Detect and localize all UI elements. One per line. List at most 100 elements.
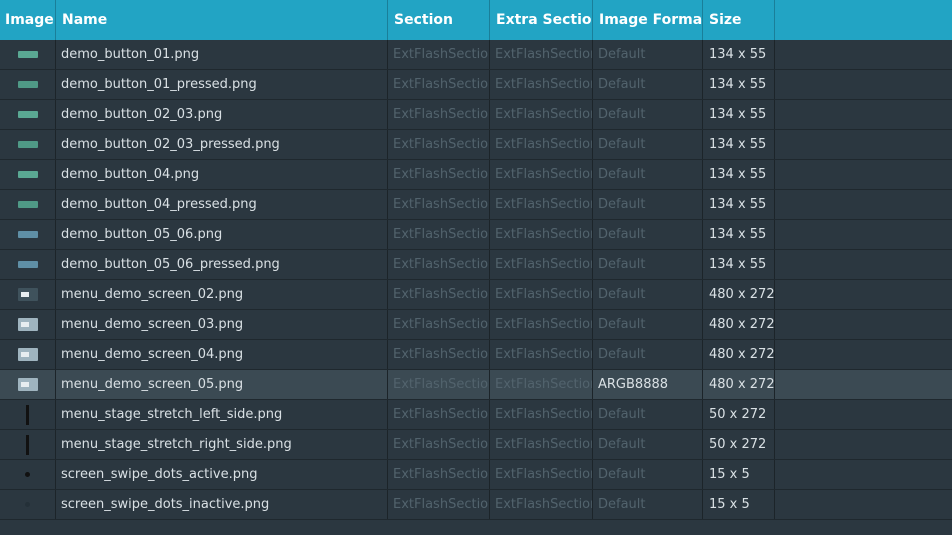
section-cell[interactable]: ExtFlashSection bbox=[388, 130, 490, 159]
table-row[interactable]: demo_button_02_03.png ExtFlashSection ExtF… bbox=[0, 100, 952, 130]
extra-section-cell[interactable]: ExtFlashSection bbox=[490, 130, 593, 159]
section-cell[interactable]: ExtFlashSection bbox=[388, 100, 490, 129]
name-cell[interactable]: demo_button_01_pressed.png bbox=[56, 70, 388, 99]
thumbnail-cell[interactable] bbox=[0, 160, 56, 189]
name-cell[interactable]: demo_button_05_06.png bbox=[56, 220, 388, 249]
table-row[interactable]: menu_stage_stretch_left_side.png ExtFlash… bbox=[0, 400, 952, 430]
name-cell[interactable]: menu_demo_screen_05.png bbox=[56, 370, 388, 399]
thumbnail-cell[interactable] bbox=[0, 460, 56, 489]
thumbnail-cell[interactable] bbox=[0, 40, 56, 69]
thumbnail-cell[interactable] bbox=[0, 190, 56, 219]
table-row[interactable]: screen_swipe_dots_inactive.png ExtFlashSe… bbox=[0, 490, 952, 520]
section-cell[interactable]: ExtFlashSection bbox=[388, 280, 490, 309]
image-format-cell[interactable]: Default bbox=[593, 160, 703, 189]
image-format-cell[interactable]: Default bbox=[593, 310, 703, 339]
extra-section-cell[interactable]: ExtFlashSection bbox=[490, 340, 593, 369]
image-format-cell[interactable]: ARGB8888 bbox=[593, 370, 703, 399]
thumbnail-cell[interactable] bbox=[0, 430, 56, 459]
table-row[interactable]: demo_button_04_pressed.png ExtFlashSectio… bbox=[0, 190, 952, 220]
image-format-cell[interactable]: Default bbox=[593, 220, 703, 249]
table-row[interactable]: demo_button_02_03_pressed.png ExtFlashSec… bbox=[0, 130, 952, 160]
section-cell[interactable]: ExtFlashSection bbox=[388, 160, 490, 189]
image-format-cell[interactable]: Default bbox=[593, 70, 703, 99]
header-name[interactable]: Name bbox=[56, 0, 388, 40]
name-cell[interactable]: demo_button_01.png bbox=[56, 40, 388, 69]
extra-section-cell[interactable]: ExtFlashSection bbox=[490, 40, 593, 69]
image-format-cell[interactable]: Default bbox=[593, 430, 703, 459]
thumbnail-cell[interactable] bbox=[0, 280, 56, 309]
name-cell[interactable]: menu_stage_stretch_right_side.png bbox=[56, 430, 388, 459]
image-format-cell[interactable]: Default bbox=[593, 190, 703, 219]
section-cell[interactable]: ExtFlashSection bbox=[388, 40, 490, 69]
name-cell[interactable]: menu_demo_screen_02.png bbox=[56, 280, 388, 309]
image-format-cell[interactable]: Default bbox=[593, 100, 703, 129]
thumbnail-cell[interactable] bbox=[0, 340, 56, 369]
table-row[interactable]: menu_demo_screen_05.png ExtFlashSection Ex… bbox=[0, 370, 952, 400]
table-row[interactable]: demo_button_05_06.png ExtFlashSection ExtF… bbox=[0, 220, 952, 250]
extra-section-cell[interactable]: ExtFlashSection bbox=[490, 160, 593, 189]
section-cell[interactable]: ExtFlashSection bbox=[388, 190, 490, 219]
table-row[interactable]: demo_button_01_pressed.png ExtFlashSectio… bbox=[0, 70, 952, 100]
extra-section-cell[interactable]: ExtFlashSection bbox=[490, 400, 593, 429]
extra-section-cell[interactable]: ExtFlashSection bbox=[490, 250, 593, 279]
section-cell[interactable]: ExtFlashSection bbox=[388, 460, 490, 489]
extra-section-cell[interactable]: ExtFlashSection bbox=[490, 490, 593, 519]
name-cell[interactable]: demo_button_02_03_pressed.png bbox=[56, 130, 388, 159]
extra-section-cell[interactable]: ExtFlashSection bbox=[490, 430, 593, 459]
section-cell[interactable]: ExtFlashSection bbox=[388, 250, 490, 279]
section-cell[interactable]: ExtFlashSection bbox=[388, 400, 490, 429]
thumbnail-cell[interactable] bbox=[0, 100, 56, 129]
section-cell[interactable]: ExtFlashSection bbox=[388, 340, 490, 369]
table-row[interactable]: demo_button_04.png ExtFlashSection ExtFlas… bbox=[0, 160, 952, 190]
header-image-format[interactable]: Image Format bbox=[593, 0, 703, 40]
table-row[interactable]: demo_button_01.png ExtFlashSection ExtFlas… bbox=[0, 40, 952, 70]
table-row[interactable]: menu_stage_stretch_right_side.png ExtFlas… bbox=[0, 430, 952, 460]
thumbnail-cell[interactable] bbox=[0, 250, 56, 279]
extra-section-cell[interactable]: ExtFlashSection bbox=[490, 100, 593, 129]
extra-section-cell[interactable]: ExtFlashSection bbox=[490, 370, 593, 399]
extra-section-cell[interactable]: ExtFlashSection bbox=[490, 310, 593, 339]
section-cell[interactable]: ExtFlashSection bbox=[388, 70, 490, 99]
image-format-cell[interactable]: Default bbox=[593, 460, 703, 489]
image-format-cell[interactable]: Default bbox=[593, 250, 703, 279]
name-cell[interactable]: menu_stage_stretch_left_side.png bbox=[56, 400, 388, 429]
table-row[interactable]: demo_button_05_06_pressed.png ExtFlashSec… bbox=[0, 250, 952, 280]
name-cell[interactable]: menu_demo_screen_04.png bbox=[56, 340, 388, 369]
header-section[interactable]: Section bbox=[388, 0, 490, 40]
thumbnail-cell[interactable] bbox=[0, 70, 56, 99]
extra-section-cell[interactable]: ExtFlashSection bbox=[490, 460, 593, 489]
section-cell[interactable]: ExtFlashSection bbox=[388, 370, 490, 399]
name-cell[interactable]: demo_button_04_pressed.png bbox=[56, 190, 388, 219]
section-cell[interactable]: ExtFlashSection bbox=[388, 310, 490, 339]
header-extra-section[interactable]: Extra Section bbox=[490, 0, 593, 40]
table-row[interactable]: menu_demo_screen_03.png ExtFlashSection Ex… bbox=[0, 310, 952, 340]
image-format-cell[interactable]: Default bbox=[593, 40, 703, 69]
name-cell[interactable]: demo_button_05_06_pressed.png bbox=[56, 250, 388, 279]
name-cell[interactable]: menu_demo_screen_03.png bbox=[56, 310, 388, 339]
image-format-cell[interactable]: Default bbox=[593, 400, 703, 429]
section-cell[interactable]: ExtFlashSection bbox=[388, 220, 490, 249]
section-cell[interactable]: ExtFlashSection bbox=[388, 430, 490, 459]
image-format-cell[interactable]: Default bbox=[593, 490, 703, 519]
image-format-cell[interactable]: Default bbox=[593, 280, 703, 309]
thumbnail-cell[interactable] bbox=[0, 130, 56, 159]
name-cell[interactable]: screen_swipe_dots_active.png bbox=[56, 460, 388, 489]
thumbnail-cell[interactable] bbox=[0, 220, 56, 249]
thumbnail-cell[interactable] bbox=[0, 370, 56, 399]
name-cell[interactable]: demo_button_02_03.png bbox=[56, 100, 388, 129]
extra-section-cell[interactable]: ExtFlashSection bbox=[490, 220, 593, 249]
section-cell[interactable]: ExtFlashSection bbox=[388, 490, 490, 519]
thumbnail-cell[interactable] bbox=[0, 310, 56, 339]
table-row[interactable]: screen_swipe_dots_active.png ExtFlashSect… bbox=[0, 460, 952, 490]
table-row[interactable]: menu_demo_screen_04.png ExtFlashSection Ex… bbox=[0, 340, 952, 370]
name-cell[interactable]: demo_button_04.png bbox=[56, 160, 388, 189]
header-size[interactable]: Size bbox=[703, 0, 775, 40]
header-image[interactable]: Image bbox=[0, 0, 56, 40]
extra-section-cell[interactable]: ExtFlashSection bbox=[490, 190, 593, 219]
image-format-cell[interactable]: Default bbox=[593, 340, 703, 369]
name-cell[interactable]: screen_swipe_dots_inactive.png bbox=[56, 490, 388, 519]
thumbnail-cell[interactable] bbox=[0, 490, 56, 519]
extra-section-cell[interactable]: ExtFlashSection bbox=[490, 70, 593, 99]
thumbnail-cell[interactable] bbox=[0, 400, 56, 429]
table-row[interactable]: menu_demo_screen_02.png ExtFlashSection Ex… bbox=[0, 280, 952, 310]
